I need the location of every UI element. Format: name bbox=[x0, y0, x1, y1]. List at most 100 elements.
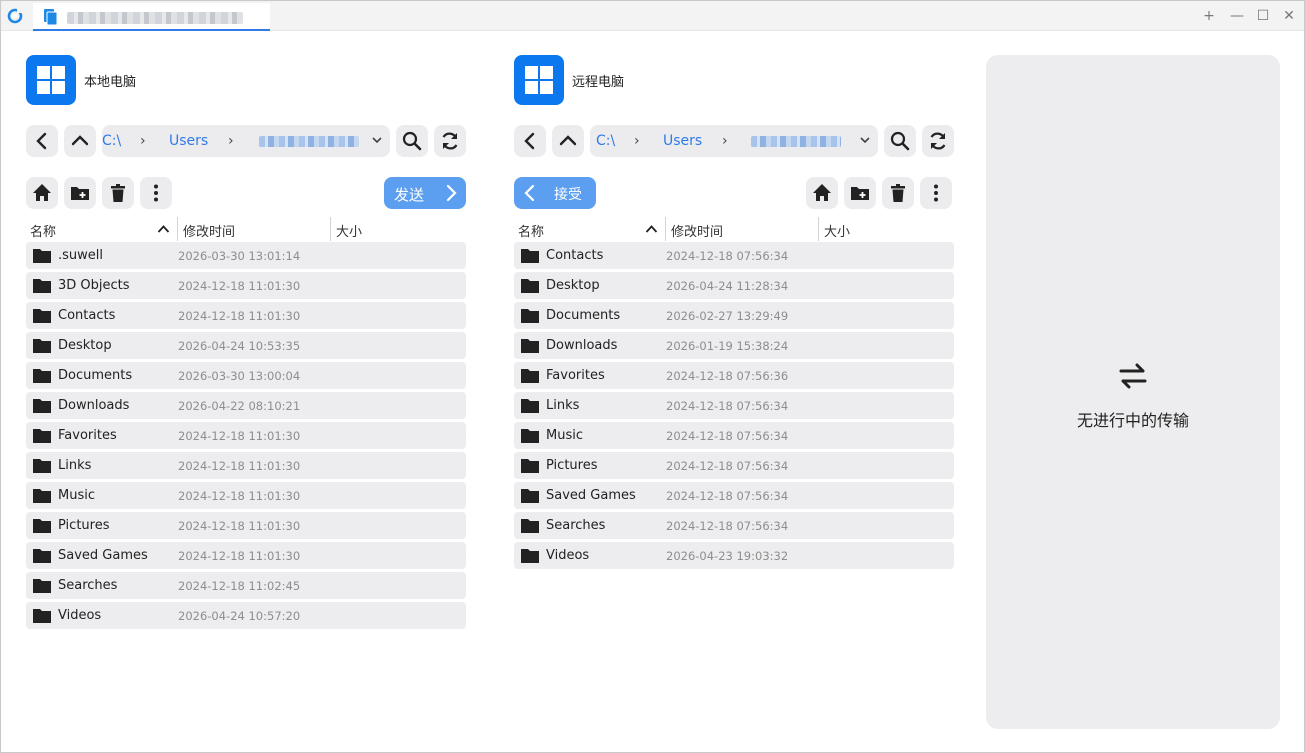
crumb-drive[interactable]: C:\ bbox=[596, 133, 615, 149]
file-name: Pictures bbox=[58, 518, 110, 533]
local-new-folder-button[interactable] bbox=[64, 177, 96, 209]
local-back-button[interactable] bbox=[26, 125, 58, 157]
file-name: Documents bbox=[58, 368, 133, 383]
file-row[interactable]: Saved Games 2024-12-18 07:56:34 bbox=[514, 482, 954, 509]
remote-more-button[interactable] bbox=[920, 177, 952, 209]
folder-icon bbox=[521, 339, 539, 353]
file-row[interactable]: Contacts 2024-12-18 11:01:30 bbox=[26, 302, 466, 329]
col-modified[interactable]: 修改时间 bbox=[183, 221, 235, 240]
file-row[interactable]: Downloads 2026-04-22 08:10:21 bbox=[26, 392, 466, 419]
local-breadcrumb[interactable]: C:\ › Users › bbox=[102, 125, 390, 157]
file-row[interactable]: .suwell 2026-03-30 13:01:14 bbox=[26, 242, 466, 269]
file-row[interactable]: Searches 2024-12-18 07:56:34 bbox=[514, 512, 954, 539]
folder-icon bbox=[521, 489, 539, 503]
file-row[interactable]: Videos 2026-04-23 19:03:32 bbox=[514, 542, 954, 569]
file-row[interactable]: Searches 2024-12-18 11:02:45 bbox=[26, 572, 466, 599]
sort-ascending-icon[interactable] bbox=[645, 223, 658, 235]
file-modified-date: 2024-12-18 11:01:30 bbox=[178, 429, 301, 443]
local-up-button[interactable] bbox=[64, 125, 96, 157]
local-column-headers: 名称 修改时间 大小 bbox=[26, 217, 466, 241]
app-logo-icon bbox=[7, 8, 23, 24]
column-divider[interactable] bbox=[177, 217, 178, 241]
folder-icon bbox=[521, 309, 539, 323]
file-row[interactable]: Music 2024-12-18 07:56:34 bbox=[514, 422, 954, 449]
remote-back-button[interactable] bbox=[514, 125, 546, 157]
session-tab[interactable] bbox=[33, 3, 270, 31]
file-row[interactable]: 3D Objects 2024-12-18 11:01:30 bbox=[26, 272, 466, 299]
home-icon bbox=[33, 184, 51, 201]
remote-breadcrumb[interactable]: C:\ › Users › bbox=[590, 125, 878, 157]
remote-home-button[interactable] bbox=[806, 177, 838, 209]
chevron-up-icon bbox=[71, 135, 89, 146]
crumb-user-redacted[interactable] bbox=[259, 136, 359, 147]
remote-up-button[interactable] bbox=[552, 125, 584, 157]
local-refresh-button[interactable] bbox=[434, 125, 466, 157]
local-search-button[interactable] bbox=[396, 125, 428, 157]
col-size[interactable]: 大小 bbox=[824, 221, 850, 240]
crumb-users[interactable]: Users bbox=[169, 133, 208, 149]
file-modified-date: 2026-03-30 13:01:14 bbox=[178, 249, 301, 263]
file-modified-date: 2026-04-24 10:53:35 bbox=[178, 339, 301, 353]
chevron-down-icon[interactable] bbox=[858, 133, 872, 147]
sort-ascending-icon[interactable] bbox=[157, 223, 170, 235]
local-more-button[interactable] bbox=[140, 177, 172, 209]
file-row[interactable]: Links 2024-12-18 07:56:34 bbox=[514, 392, 954, 419]
chevron-right-icon: › bbox=[634, 133, 640, 149]
chevron-right-icon bbox=[446, 184, 457, 202]
crumb-drive[interactable]: C:\ bbox=[102, 133, 121, 149]
column-divider[interactable] bbox=[818, 217, 819, 241]
send-button[interactable]: 发送 bbox=[384, 177, 466, 209]
close-button[interactable]: ✕ bbox=[1280, 7, 1298, 25]
local-title: 本地电脑 bbox=[84, 75, 137, 90]
maximize-button[interactable]: ☐ bbox=[1254, 7, 1272, 25]
app-window: + — ☐ ✕ 本地电脑 C:\ › Users › 发送 名称 修改时间 大小… bbox=[0, 0, 1305, 753]
minimize-button[interactable]: — bbox=[1228, 7, 1246, 25]
column-divider[interactable] bbox=[665, 217, 666, 241]
file-name: Saved Games bbox=[58, 548, 148, 563]
file-row[interactable]: Downloads 2026-01-19 15:38:24 bbox=[514, 332, 954, 359]
file-row[interactable]: Videos 2026-04-24 10:57:20 bbox=[26, 602, 466, 629]
local-home-button[interactable] bbox=[26, 177, 58, 209]
file-row[interactable]: Music 2024-12-18 11:01:30 bbox=[26, 482, 466, 509]
col-name[interactable]: 名称 bbox=[518, 221, 544, 240]
col-modified[interactable]: 修改时间 bbox=[671, 221, 723, 240]
file-modified-date: 2026-01-19 15:38:24 bbox=[666, 339, 789, 353]
col-name[interactable]: 名称 bbox=[30, 221, 56, 240]
folder-icon bbox=[33, 369, 51, 383]
file-row[interactable]: Favorites 2024-12-18 11:01:30 bbox=[26, 422, 466, 449]
remote-refresh-button[interactable] bbox=[922, 125, 954, 157]
file-modified-date: 2024-12-18 11:01:30 bbox=[178, 279, 301, 293]
file-name: Searches bbox=[546, 518, 606, 533]
remote-search-button[interactable] bbox=[884, 125, 916, 157]
file-row[interactable]: Contacts 2024-12-18 07:56:34 bbox=[514, 242, 954, 269]
file-row[interactable]: Links 2024-12-18 11:01:30 bbox=[26, 452, 466, 479]
receive-button[interactable]: 接受 bbox=[514, 177, 596, 209]
chevron-left-icon bbox=[36, 132, 47, 150]
folder-icon bbox=[33, 609, 51, 623]
file-row[interactable]: Saved Games 2024-12-18 11:01:30 bbox=[26, 542, 466, 569]
file-modified-date: 2026-03-30 13:00:04 bbox=[178, 369, 301, 383]
folder-icon bbox=[33, 309, 51, 323]
file-row[interactable]: Desktop 2026-04-24 11:28:34 bbox=[514, 272, 954, 299]
folder-icon bbox=[33, 279, 51, 293]
file-row[interactable]: Documents 2026-02-27 13:29:49 bbox=[514, 302, 954, 329]
crumb-users[interactable]: Users bbox=[663, 133, 702, 149]
file-name: Downloads bbox=[546, 338, 618, 353]
remote-new-folder-button[interactable] bbox=[844, 177, 876, 209]
crumb-user-redacted[interactable] bbox=[751, 136, 841, 147]
local-delete-button[interactable] bbox=[102, 177, 134, 209]
col-size[interactable]: 大小 bbox=[336, 221, 362, 240]
file-row[interactable]: Pictures 2024-12-18 11:01:30 bbox=[26, 512, 466, 539]
file-row[interactable]: Documents 2026-03-30 13:00:04 bbox=[26, 362, 466, 389]
file-row[interactable]: Desktop 2026-04-24 10:53:35 bbox=[26, 332, 466, 359]
chevron-down-icon[interactable] bbox=[370, 133, 384, 147]
search-icon bbox=[402, 131, 422, 151]
file-row[interactable]: Pictures 2024-12-18 07:56:34 bbox=[514, 452, 954, 479]
local-action-bar: 发送 bbox=[26, 177, 466, 209]
file-row[interactable]: Favorites 2024-12-18 07:56:36 bbox=[514, 362, 954, 389]
new-tab-button[interactable]: + bbox=[1200, 7, 1218, 25]
column-divider[interactable] bbox=[330, 217, 331, 241]
remote-delete-button[interactable] bbox=[882, 177, 914, 209]
chevron-up-icon bbox=[559, 135, 577, 146]
no-transfer-text: 无进行中的传输 bbox=[1076, 411, 1189, 430]
